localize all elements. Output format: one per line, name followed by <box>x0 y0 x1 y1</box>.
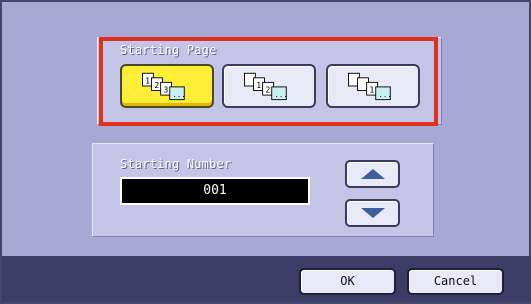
pages-blank-blank-1-icon: 1 ... <box>347 72 392 101</box>
svg-text:...: ... <box>274 90 287 99</box>
pages-1-2-3-icon: 1 2 3 ... <box>142 72 186 101</box>
arrow-up-icon <box>360 169 385 179</box>
starting-page-title: Starting Page <box>120 43 217 57</box>
arrow-down-icon <box>360 208 385 218</box>
page-digit-1: 1 <box>369 84 374 94</box>
increment-button[interactable] <box>345 160 400 188</box>
cancel-button[interactable]: Cancel <box>407 268 504 295</box>
screen: Starting Page 1 2 3 ... 1 2 ... 1 ... St… <box>0 0 531 304</box>
starting-page-option-3-button[interactable]: 1 ... <box>326 64 420 108</box>
starting-number-title: Starting Number <box>120 157 232 171</box>
page-digit-1: 1 <box>256 80 261 90</box>
starting-page-option-1-button[interactable]: 1 2 3 ... <box>120 64 214 108</box>
page-digit-2: 2 <box>265 84 270 94</box>
page-digit-1: 1 <box>145 75 150 85</box>
starting-page-option-2-button[interactable]: 1 2 ... <box>222 64 316 108</box>
svg-text:...: ... <box>378 90 391 99</box>
page-digit-2: 2 <box>154 80 159 90</box>
starting-number-display: 001 <box>120 177 310 205</box>
pages-blank-1-2-icon: 1 2 ... <box>244 72 288 101</box>
decrement-button[interactable] <box>345 199 400 227</box>
ok-button[interactable]: OK <box>299 268 396 295</box>
page-digit-3: 3 <box>163 84 168 94</box>
svg-text:...: ... <box>172 90 185 99</box>
